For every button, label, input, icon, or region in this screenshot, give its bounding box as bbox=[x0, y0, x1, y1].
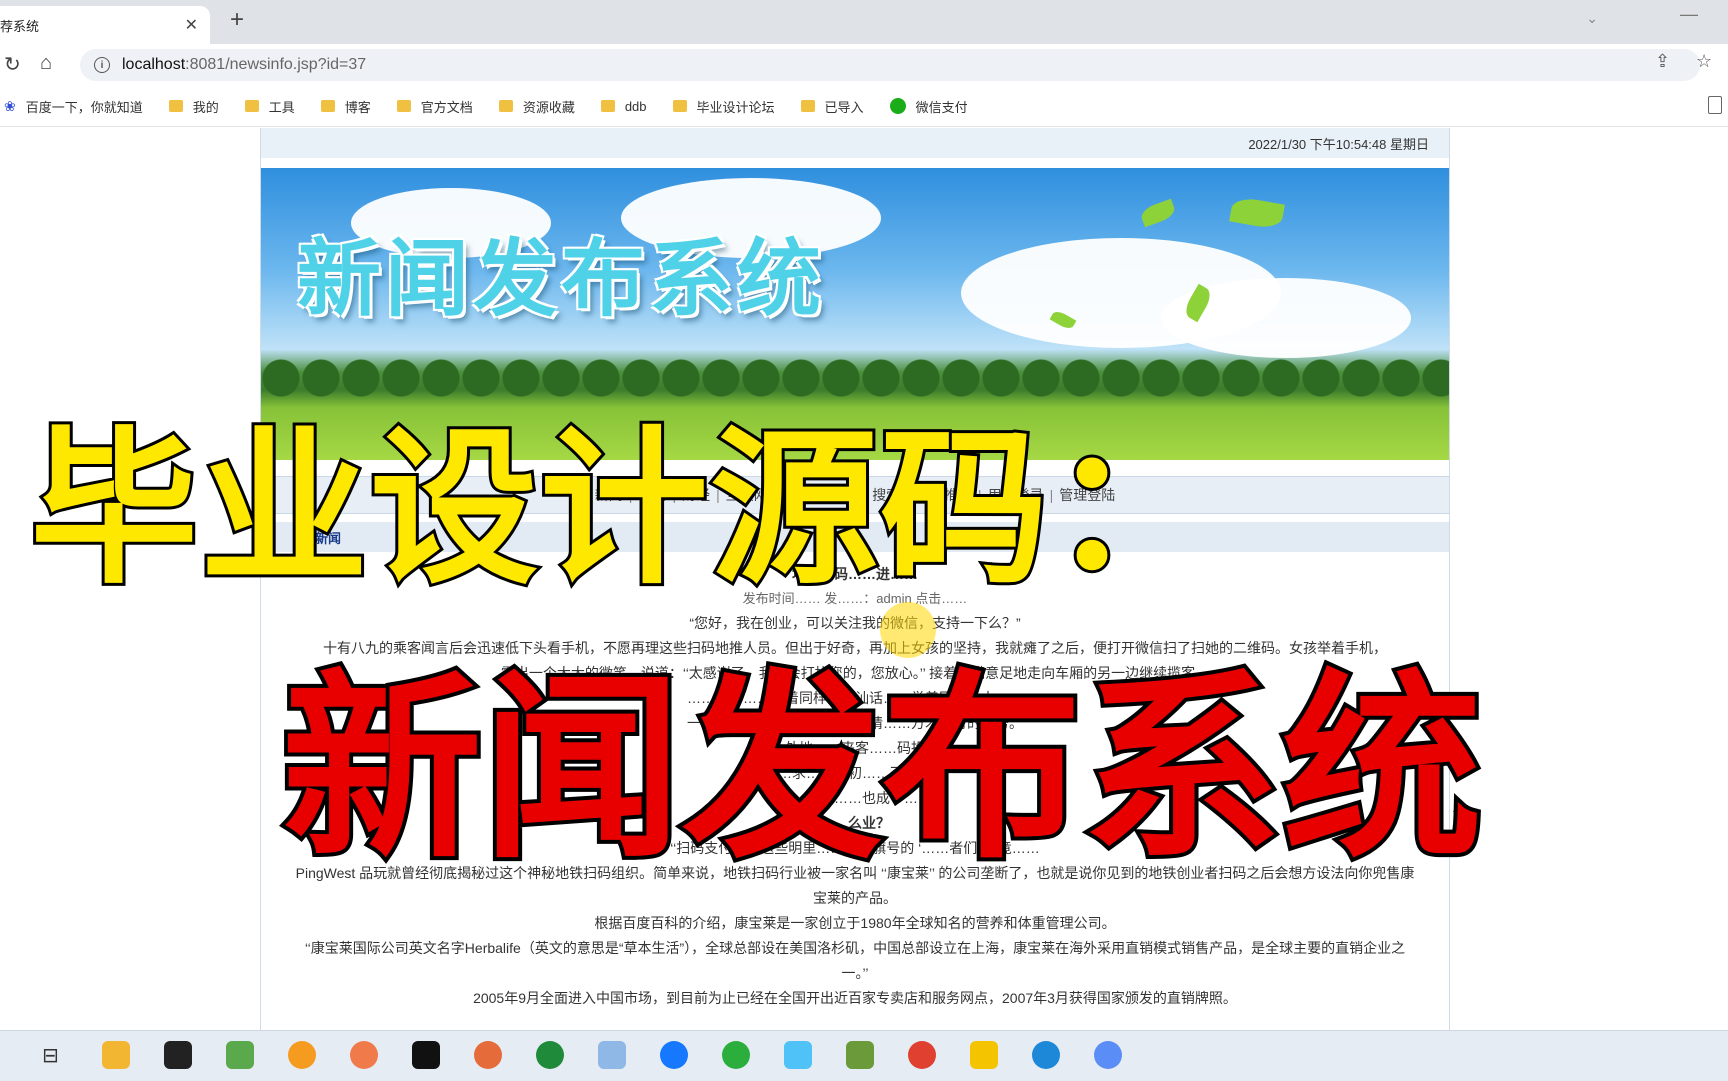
bookmark-folder[interactable]: 我的 bbox=[168, 97, 219, 116]
folder-icon bbox=[800, 100, 815, 112]
address-bar: ↻ ⌂ i localhost:8081/newsinfo.jsp?id=37 … bbox=[0, 44, 1728, 86]
tab-title: 荐系统 bbox=[0, 18, 40, 34]
terminal-icon[interactable] bbox=[412, 1041, 440, 1069]
folder-icon bbox=[498, 100, 513, 112]
article-paragraph: 根据百度百科的介绍，康宝莱是一家创立于1980年全球知名的营养和体重管理公司。 bbox=[594, 915, 1116, 931]
bookmark-folder[interactable]: 工具 bbox=[244, 97, 295, 116]
url-host: localhost bbox=[122, 56, 186, 73]
folder-icon bbox=[320, 100, 335, 112]
home-icon[interactable]: ⌂ bbox=[40, 52, 52, 75]
folder-app-icon[interactable] bbox=[846, 1041, 874, 1069]
url-field[interactable]: i localhost:8081/newsinfo.jsp?id=37 bbox=[80, 49, 1700, 81]
bookmark-label: 已导入 bbox=[824, 99, 864, 115]
date-bar: 2022/1/30 下午10:54:48 星期日 bbox=[261, 128, 1449, 158]
url-path: :8081/newsinfo.jsp?id=37 bbox=[185, 56, 367, 73]
browser-tab[interactable]: 荐系统 ✕ bbox=[0, 6, 210, 44]
pinwheel-icon[interactable] bbox=[784, 1041, 812, 1069]
overlay-caption-line1: 毕业设计源码： bbox=[27, 411, 1221, 607]
bookmarks-bar: ❀ 百度一下，你就知道 我的 工具 博客 官方文档 资源收藏 ddb 毕业设计论… bbox=[0, 86, 1728, 127]
bookmark-folder[interactable]: 官方文档 bbox=[396, 97, 473, 116]
article-paragraph: ‘‘康宝莱国际公司英文名字Herbalife（英文的意思是“草本生活”），全球总… bbox=[304, 940, 1406, 981]
photo-editor-icon[interactable] bbox=[226, 1041, 254, 1069]
tree-line bbox=[261, 348, 1449, 398]
colorful-app-icon[interactable] bbox=[1094, 1041, 1122, 1069]
folder-icon bbox=[168, 100, 183, 112]
bookmark-folder[interactable]: 博客 bbox=[320, 97, 371, 116]
color-app-icon[interactable] bbox=[474, 1041, 502, 1069]
bookmark-folder[interactable]: 资源收藏 bbox=[498, 97, 575, 116]
bookmark-label: 百度一下，你就知道 bbox=[25, 99, 143, 115]
file-explorer-icon[interactable] bbox=[102, 1041, 130, 1069]
bookmark-label: 微信支付 bbox=[915, 99, 968, 115]
search-tool-icon[interactable] bbox=[288, 1041, 316, 1069]
task-view-icon[interactable]: ⊟ bbox=[42, 1043, 59, 1068]
green-app-icon[interactable] bbox=[536, 1041, 564, 1069]
wechat-taskbar-icon[interactable] bbox=[722, 1041, 750, 1069]
wechat-icon bbox=[889, 98, 906, 114]
bookmark-label: 博客 bbox=[344, 99, 371, 115]
folder-icon bbox=[672, 100, 687, 112]
reload-icon[interactable]: ↻ bbox=[4, 52, 21, 77]
bookmark-baidu[interactable]: ❀ 百度一下，你就知道 bbox=[4, 97, 143, 116]
bookmark-label: 工具 bbox=[268, 99, 295, 115]
folder-icon bbox=[600, 100, 615, 112]
notes-icon[interactable] bbox=[598, 1041, 626, 1069]
taskbar: ⊟ bbox=[0, 1030, 1728, 1081]
folder-icon bbox=[244, 100, 259, 112]
browser-tab-bar: 荐系统 ✕ + ⌄ — bbox=[0, 0, 1728, 44]
article-paragraph: “您好，我在创业，可以关注我的微信，支持一下么？” bbox=[689, 615, 1021, 631]
bookmark-label: 资源收藏 bbox=[522, 99, 575, 115]
leaf-shape bbox=[1229, 195, 1285, 231]
minimize-icon[interactable]: — bbox=[1680, 4, 1698, 25]
bookmark-label: ddb bbox=[624, 98, 647, 114]
jetbrains-icon[interactable] bbox=[164, 1041, 192, 1069]
datetime-text: 2022/1/30 下午10:54:48 星期日 bbox=[1248, 136, 1429, 152]
bookmark-label: 我的 bbox=[192, 99, 219, 115]
new-tab-button[interactable]: + bbox=[230, 6, 244, 34]
overlay-caption-line2: 新闻发布系统 bbox=[278, 653, 1486, 886]
chrome-icon[interactable] bbox=[908, 1041, 936, 1069]
bookmark-folder[interactable]: 已导入 bbox=[800, 97, 864, 116]
close-icon[interactable]: ✕ bbox=[185, 15, 198, 35]
bookmark-wechat-pay[interactable]: 微信支付 bbox=[889, 97, 968, 116]
star-icon[interactable]: ☆ bbox=[1696, 51, 1712, 72]
bookmark-label: 官方文档 bbox=[420, 99, 473, 115]
folder-icon bbox=[396, 100, 411, 112]
share-icon[interactable]: ⇪ bbox=[1655, 51, 1670, 72]
reading-list-icon[interactable] bbox=[1708, 96, 1722, 114]
sticky-notes-icon[interactable] bbox=[970, 1041, 998, 1069]
edge-icon[interactable] bbox=[1032, 1041, 1060, 1069]
bookmark-label: 毕业设计论坛 bbox=[696, 99, 775, 115]
chevron-down-icon[interactable]: ⌄ bbox=[1586, 10, 1598, 27]
feishu-icon[interactable] bbox=[660, 1041, 688, 1069]
leaf-shape bbox=[1138, 198, 1178, 228]
bookmark-folder[interactable]: ddb bbox=[600, 98, 647, 114]
article-paragraph: 2005年9月全面进入中国市场，到目前为止已经在全国开出近百家专卖店和服务网点，… bbox=[473, 990, 1237, 1006]
bookmark-folder[interactable]: 毕业设计论坛 bbox=[672, 97, 775, 116]
info-icon[interactable]: i bbox=[94, 57, 110, 73]
cursor-highlight bbox=[880, 602, 936, 658]
paw-icon: ❀ bbox=[4, 97, 16, 114]
banner-title: 新闻发布系统 bbox=[297, 230, 826, 328]
snail-app-icon[interactable] bbox=[350, 1041, 378, 1069]
